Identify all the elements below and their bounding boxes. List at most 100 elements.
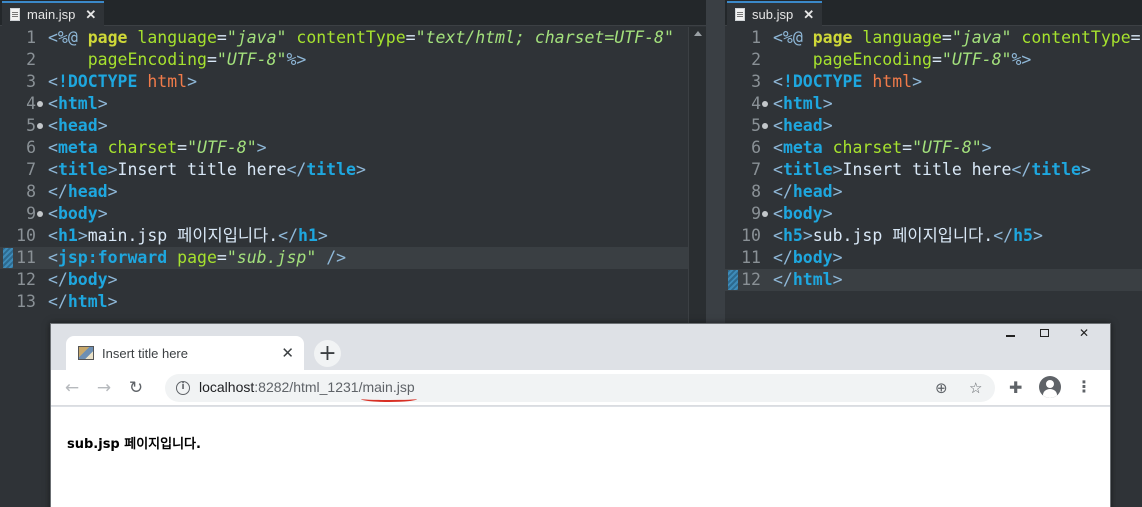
code-line[interactable]: 9 <body> [725, 203, 1142, 225]
line-number: 5 [751, 116, 761, 135]
code-token: "UTF-8" [912, 138, 982, 157]
code-line[interactable]: 1 <%@ page language="java" contentType="t… [0, 27, 706, 49]
code-line[interactable]: 3 <!DOCTYPE html> [725, 71, 1142, 93]
code-text: </body> [773, 247, 843, 269]
code-line[interactable]: 4 <html> [0, 93, 706, 115]
code-line[interactable]: 8 </head> [725, 181, 1142, 203]
close-icon[interactable]: ✕ [281, 344, 294, 362]
code-token: title [782, 160, 833, 179]
window-close-button[interactable]: ✕ [1061, 324, 1107, 342]
close-icon[interactable]: ✕ [803, 7, 814, 23]
tab-main-jsp[interactable]: main.jsp ✕ [2, 1, 105, 26]
fold-toggle-icon[interactable] [762, 101, 768, 107]
info-icon[interactable]: i [176, 381, 190, 395]
code-token: body [57, 204, 98, 223]
code-text: <meta charset="UTF-8"> [48, 137, 267, 159]
code-line[interactable]: 6 <meta charset="UTF-8"> [0, 137, 706, 159]
code-line[interactable]: 5 <head> [0, 115, 706, 137]
code-line[interactable]: 11 </body> [725, 247, 1142, 269]
code-token: < [48, 160, 58, 179]
code-token: jsp:forward [57, 248, 168, 267]
code-token: "UTF-8" [941, 50, 1012, 69]
code-token: < [48, 204, 58, 223]
zoom-icon[interactable]: ⊕ [935, 379, 948, 397]
url-text[interactable]: localhost:8282/html_1231/main.jsp [199, 379, 415, 395]
fold-toggle-icon[interactable] [762, 211, 768, 217]
code-token: = [931, 50, 942, 69]
code-token: <%@ [48, 28, 88, 47]
scroll-up-icon[interactable] [694, 31, 702, 36]
minimize-icon [1005, 335, 1015, 337]
page-heading: sub.jsp 페이지입니다. [67, 437, 201, 452]
browser-tab-title: Insert title here [102, 345, 188, 361]
tab-sub-jsp[interactable]: sub.jsp ✕ [727, 1, 823, 26]
code-token: > [107, 270, 118, 289]
code-token: < [773, 94, 783, 113]
minimize-button[interactable] [993, 324, 1027, 342]
line-number: 6 [26, 138, 36, 157]
code-line[interactable]: 7 <title>Insert title here</title> [725, 159, 1142, 181]
code-line[interactable]: 7 <title>Insert title here</title> [0, 159, 706, 181]
code-token: main.jsp 페이지입니다. [87, 226, 279, 245]
code-token: h1 [57, 226, 78, 245]
code-line[interactable]: 13 </html> [0, 291, 706, 313]
back-button[interactable]: ← [59, 375, 85, 401]
star-icon[interactable]: ☆ [969, 379, 982, 397]
code-token: /> [326, 248, 347, 267]
code-token: Insert title here [842, 160, 1012, 179]
code-text: <head> [48, 115, 108, 137]
code-line[interactable]: 6 <meta charset="UTF-8"> [725, 137, 1142, 159]
tab-label: sub.jsp [752, 7, 794, 22]
line-number: 9 [26, 204, 36, 223]
code-text: <%@ page language="java" contentType= [773, 27, 1141, 49]
code-token: page [177, 248, 217, 267]
editor-tabbar: main.jsp ✕ [0, 0, 706, 26]
menu-icon[interactable]: ⋮ [1076, 377, 1092, 396]
code-line[interactable]: 10 <h1>main.jsp 페이지입니다.</h1> [0, 225, 706, 247]
fold-toggle-icon[interactable] [37, 211, 43, 217]
maximize-button[interactable] [1027, 324, 1061, 342]
code-line[interactable]: 2 pageEncoding="UTF-8"%> [725, 49, 1142, 71]
code-token: < [48, 94, 58, 113]
close-icon[interactable]: ✕ [85, 7, 96, 23]
extensions-icon[interactable]: ✚ [1009, 378, 1022, 397]
code-token: body [67, 270, 108, 289]
code-token: = [216, 248, 227, 267]
profile-avatar-icon[interactable] [1039, 376, 1061, 398]
browser-tab[interactable]: Insert title here ✕ [66, 336, 304, 370]
code-token: html [67, 292, 108, 311]
code-area[interactable]: 1 <%@ page language="java" contentType= 2 … [725, 27, 1142, 291]
code-token: meta [782, 138, 823, 157]
code-line[interactable]: 4 <html> [725, 93, 1142, 115]
code-token: pageEncoding [812, 50, 932, 69]
code-line[interactable]: 2 pageEncoding="UTF-8"%> [0, 49, 706, 71]
fold-toggle-icon[interactable] [762, 123, 768, 129]
reload-icon: ↻ [128, 378, 144, 398]
code-line[interactable]: 12 </body> [0, 269, 706, 291]
code-line[interactable]: 11 <jsp:forward page="sub.jsp" /> [0, 247, 706, 269]
code-token: contentType [296, 28, 406, 47]
code-text: </body> [48, 269, 118, 291]
code-line[interactable]: 1 <%@ page language="java" contentType= [725, 27, 1142, 49]
code-area[interactable]: 1 <%@ page language="java" contentType="t… [0, 27, 706, 313]
reload-button[interactable]: ↻ [123, 375, 149, 401]
code-line[interactable]: 10 <h5>sub.jsp 페이지입니다.</h5> [725, 225, 1142, 247]
line-number: 2 [751, 50, 761, 69]
fold-toggle-icon[interactable] [37, 123, 43, 129]
forward-button[interactable]: → [91, 375, 117, 401]
line-number: 5 [26, 116, 36, 135]
code-line[interactable]: 8 </head> [0, 181, 706, 203]
code-token: = [405, 28, 416, 47]
arrow-right-icon: → [96, 378, 112, 398]
code-line[interactable]: 3 <!DOCTYPE html> [0, 71, 706, 93]
code-line[interactable]: 5 <head> [725, 115, 1142, 137]
fold-toggle-icon[interactable] [37, 101, 43, 107]
code-line[interactable]: 9 <body> [0, 203, 706, 225]
address-bar[interactable]: i localhost:8282/html_1231/main.jsp ⊕ ☆ [165, 374, 995, 402]
code-token: </ [1011, 160, 1032, 179]
new-tab-button[interactable]: + [314, 340, 341, 367]
code-token: > [97, 94, 108, 113]
code-line[interactable]: 12 </html> [725, 269, 1142, 291]
code-token: > [77, 226, 88, 245]
code-token: > [832, 182, 843, 201]
